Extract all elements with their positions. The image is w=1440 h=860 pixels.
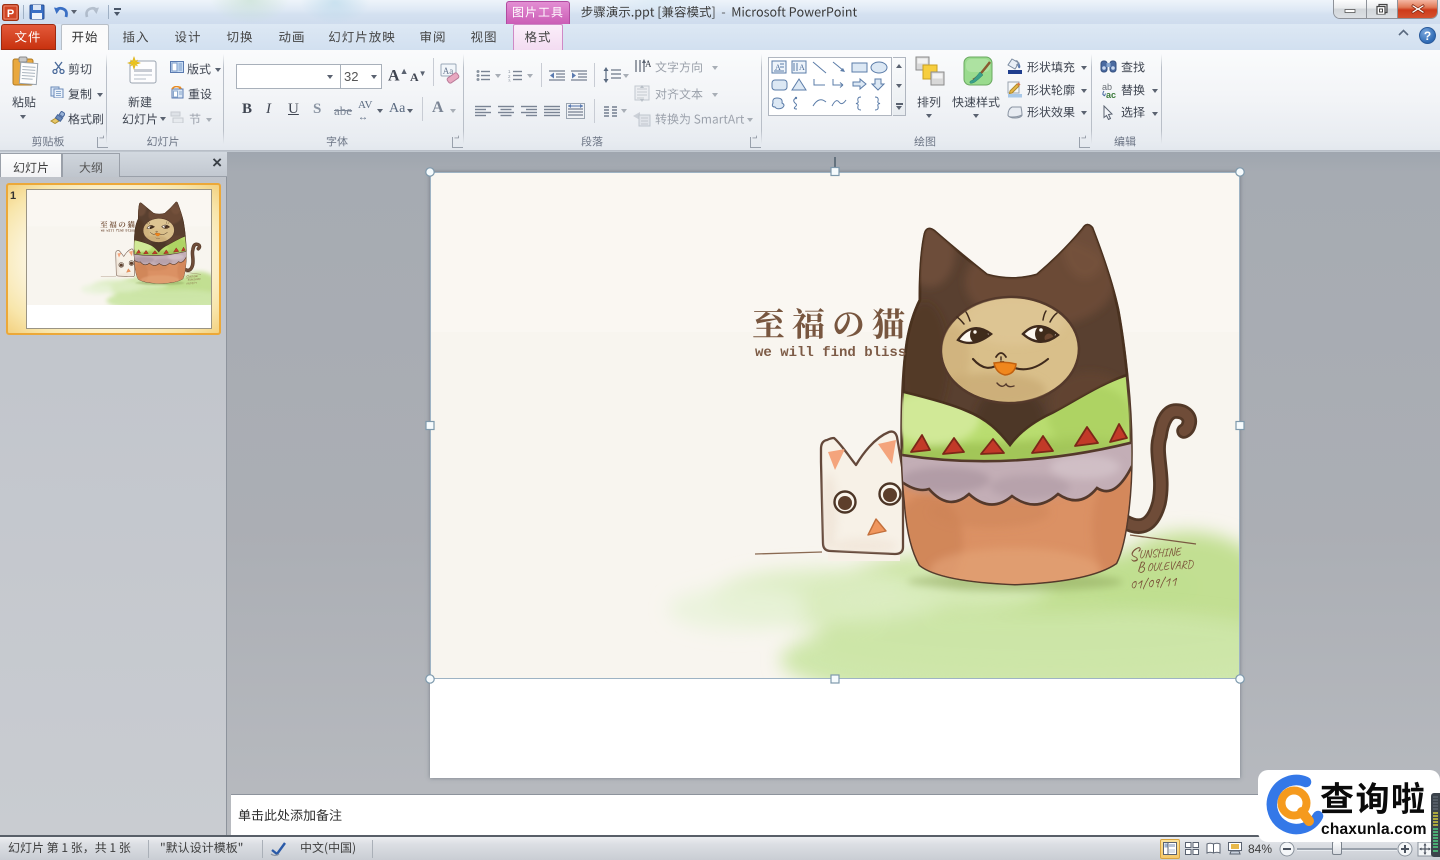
svg-text:A: A (645, 59, 651, 69)
svg-text:P: P (7, 8, 14, 20)
svg-text:3: 3 (508, 79, 511, 83)
svg-text:Aa: Aa (443, 66, 454, 76)
svg-text:A: A (799, 63, 805, 72)
svg-text:ac: ac (1106, 90, 1116, 98)
